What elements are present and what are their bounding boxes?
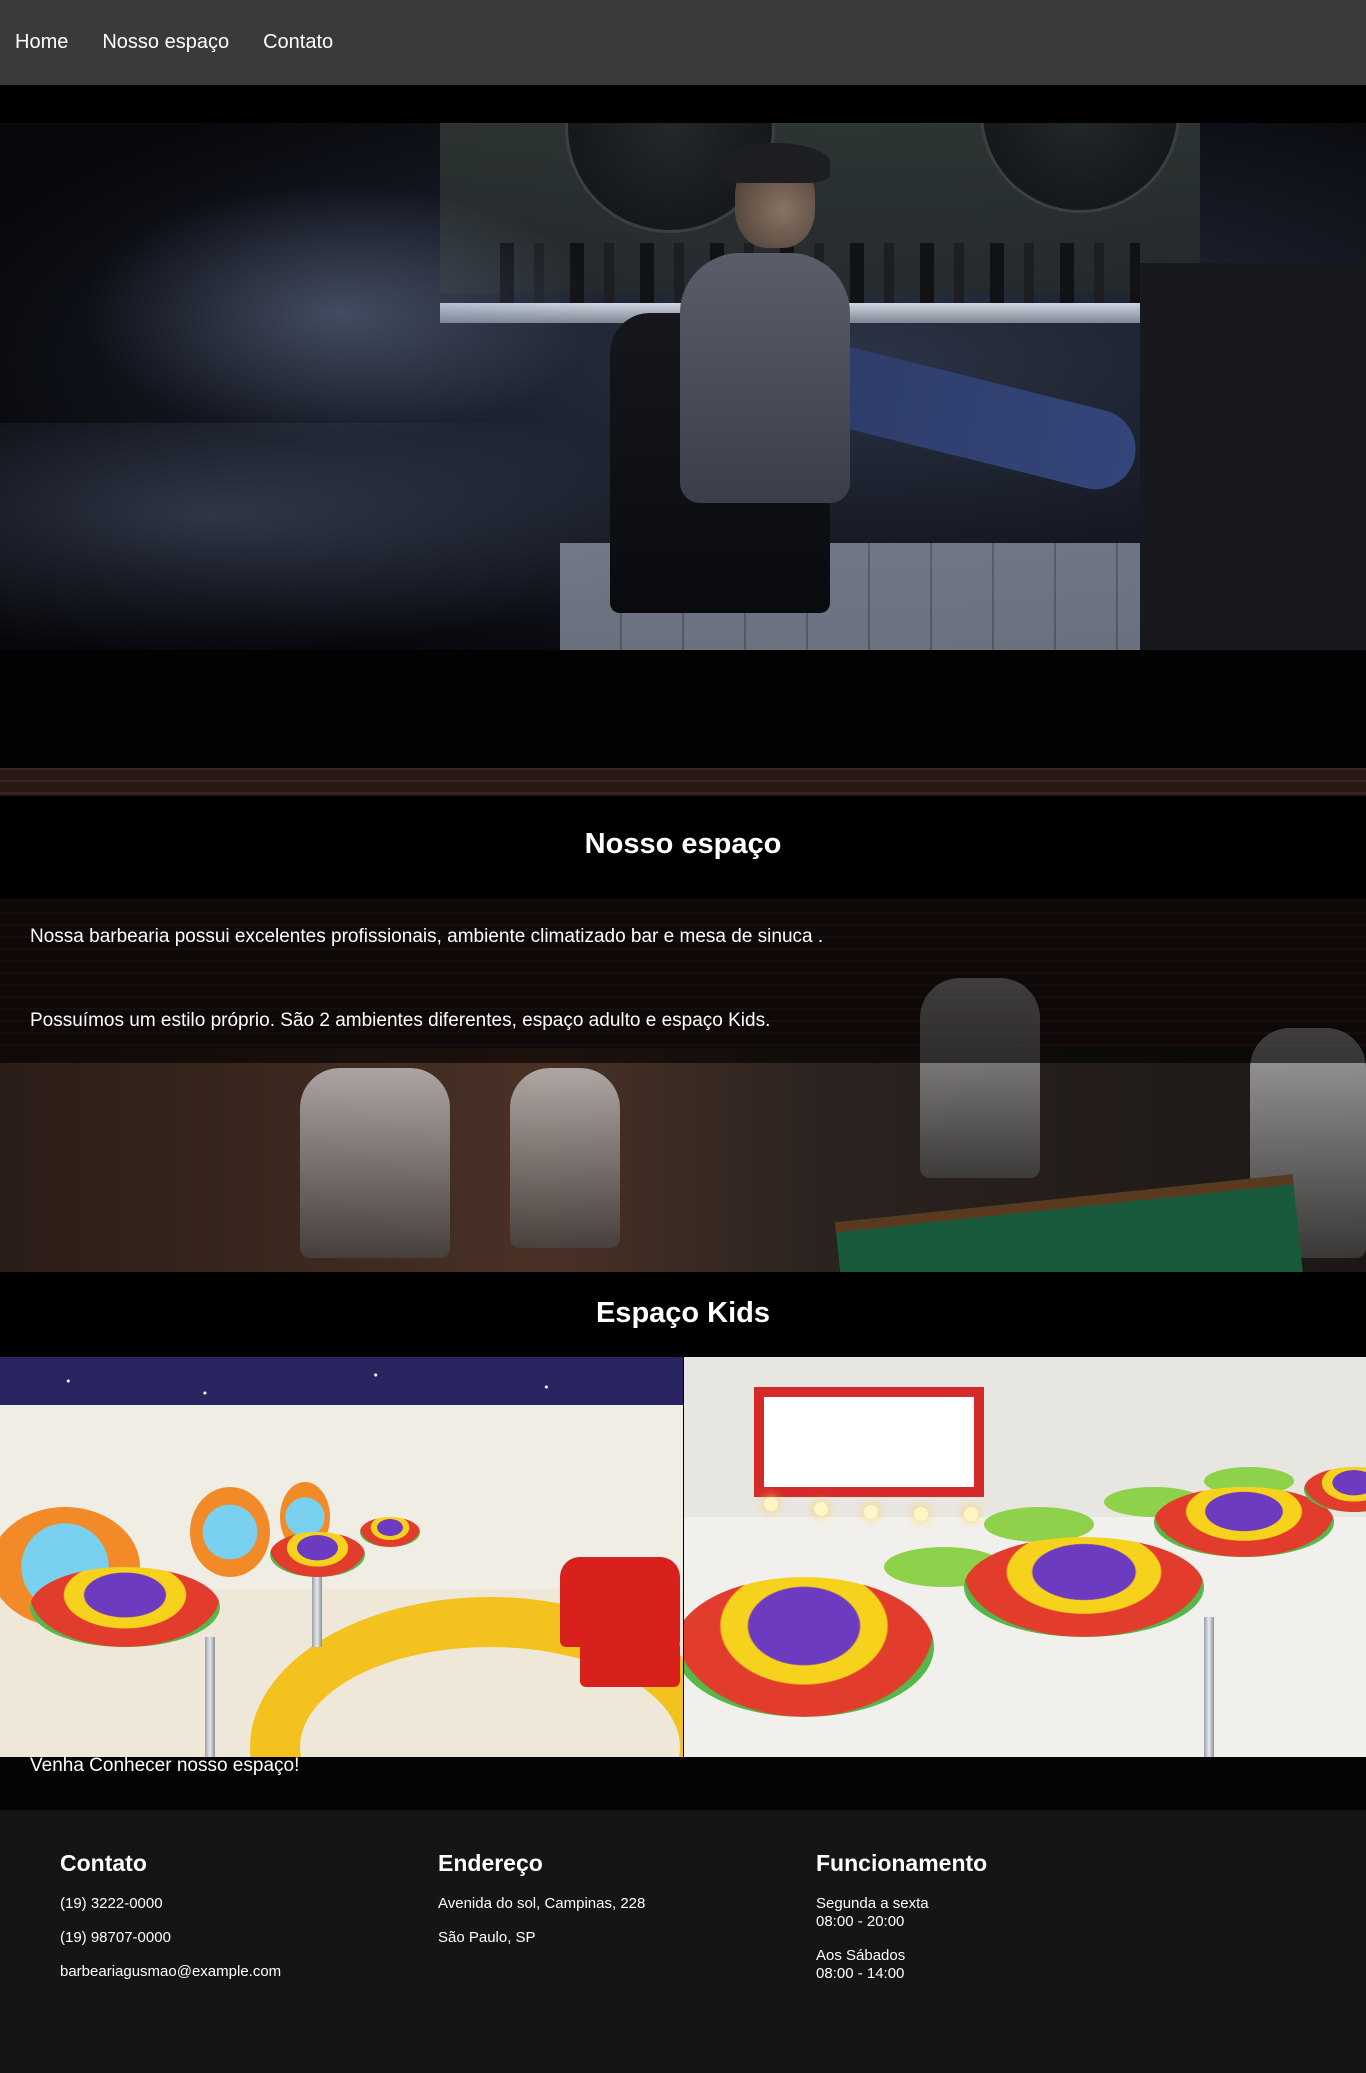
footer-weekdays: Segunda a sexta 08:00 - 20:00 (816, 1895, 987, 1931)
footer-saturday: Aos Sábados 08:00 - 14:00 (816, 1947, 987, 1983)
nav-link-contato[interactable]: Contato (263, 31, 333, 54)
section-title-nosso-espaco: Nosso espaço (584, 828, 782, 860)
footer-street: Avenida do sol, Campinas, 228 (438, 1895, 646, 1912)
kids-header: Espaço Kids (0, 1272, 1366, 1357)
footer-phone-2: (19) 98707-0000 (60, 1929, 171, 1946)
nav-link-home[interactable]: Home (15, 31, 68, 54)
footer-contato-title: Contato (60, 1850, 147, 1876)
footer-phone-1: (19) 3222-0000 (60, 1895, 163, 1912)
footer-contato-column: Contato (19) 3222-0000 (19) 98707-0000 b… (60, 1850, 281, 1997)
espaco-paragraph-1: Nossa barbearia possui excelentes profis… (30, 926, 824, 947)
footer-city: São Paulo, SP (438, 1929, 536, 1946)
footer-endereco-title: Endereço (438, 1850, 543, 1876)
footer-saturday-hours: 08:00 - 14:00 (816, 1965, 905, 1982)
footer-funcionamento-title: Funcionamento (816, 1850, 988, 1876)
nav-link-nosso-espaco[interactable]: Nosso espaço (102, 31, 229, 54)
dark-divider-band (0, 650, 1366, 768)
espaco-paragraph-2: Possuímos um estilo próprio. São 2 ambie… (30, 1010, 771, 1031)
footer-email[interactable]: barbeariagusmao@example.com (60, 1963, 281, 1981)
footer: Contato (19) 3222-0000 (19) 98707-0000 b… (0, 1810, 1366, 2073)
kids-space-image-right (684, 1357, 1366, 1757)
nosso-espaco-section: Nosso espaço Nossa barbearia possui exce… (0, 768, 1366, 1272)
footer-saturday-label: Aos Sábados (816, 1947, 906, 1964)
kids-space-image-left (0, 1357, 683, 1757)
hero-barber-image (0, 123, 1366, 650)
footer-weekdays-hours: 08:00 - 20:00 (816, 1913, 905, 1930)
section-title-espaco-kids: Espaço Kids (595, 1297, 771, 1329)
top-navbar: Home Nosso espaço Contato (0, 0, 1366, 85)
footer-funcionamento-column: Funcionamento Segunda a sexta 08:00 - 20… (816, 1850, 987, 1999)
footer-endereco-column: Endereço Avenida do sol, Campinas, 228 S… (438, 1850, 645, 1963)
kids-caption: Venha Conhecer nosso espaço! (30, 1755, 300, 1776)
footer-weekdays-label: Segunda a sexta (816, 1895, 929, 1912)
